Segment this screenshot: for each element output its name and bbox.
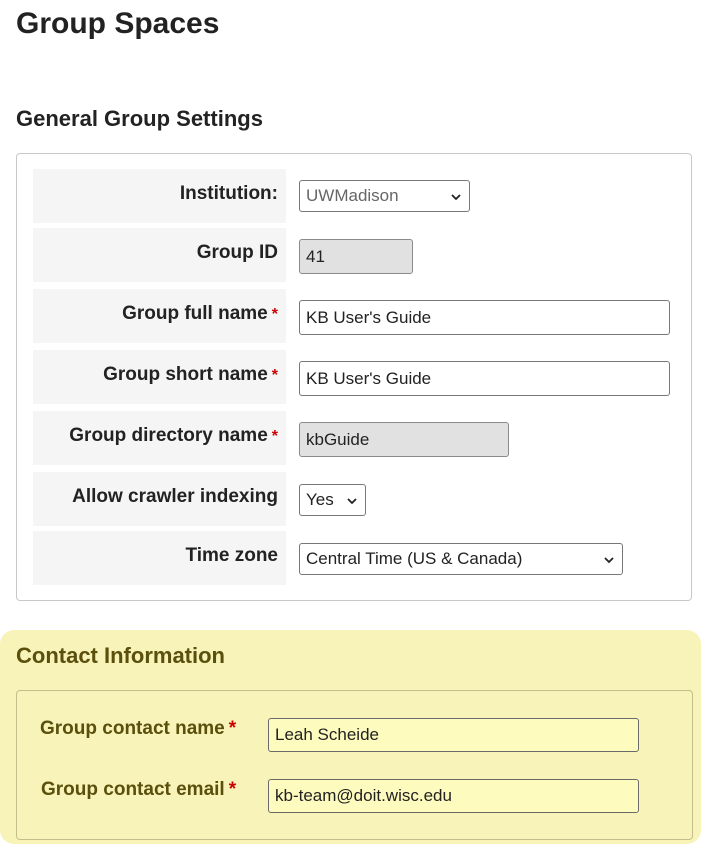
time-zone-label: Time zone bbox=[185, 545, 278, 566]
time-zone-select[interactable]: Central Time (US & Canada) bbox=[299, 543, 623, 575]
crawler-label: Allow crawler indexing bbox=[72, 486, 278, 507]
crawler-row: Allow crawler indexing Yes bbox=[33, 472, 691, 526]
short-name-input[interactable]: KB User's Guide bbox=[299, 361, 670, 396]
short-name-value: KB User's Guide bbox=[306, 369, 432, 388]
contact-name-input[interactable]: Leah Scheide bbox=[268, 718, 639, 752]
contact-fields-box: Group contact name * Leah Scheide Group c… bbox=[16, 690, 693, 840]
group-id-row: Group ID 41 bbox=[33, 228, 691, 282]
required-marker: * bbox=[228, 779, 237, 800]
required-marker: * bbox=[228, 718, 237, 739]
time-zone-value: Central Time (US & Canada) bbox=[306, 549, 523, 568]
institution-value: UWMadison bbox=[306, 186, 399, 205]
short-name-row: Group short name * KB User's Guide bbox=[33, 350, 691, 404]
full-name-value: KB User's Guide bbox=[306, 308, 432, 327]
short-name-label: Group short name bbox=[103, 364, 268, 385]
page-title: Group Spaces bbox=[16, 7, 220, 40]
contact-email-label: Group contact email * bbox=[41, 779, 237, 800]
group-id-field: 41 bbox=[299, 239, 413, 274]
directory-name-field: kbGuide bbox=[299, 422, 509, 457]
full-name-input[interactable]: KB User's Guide bbox=[299, 300, 670, 335]
time-zone-row: Time zone Central Time (US & Canada) bbox=[33, 531, 691, 585]
contact-name-value: Leah Scheide bbox=[275, 725, 379, 744]
institution-row: Institution: UWMadison bbox=[33, 169, 691, 223]
group-id-value: 41 bbox=[306, 247, 325, 266]
chevron-down-icon bbox=[451, 194, 461, 201]
contact-email-value: kb-team@doit.wisc.edu bbox=[275, 786, 452, 805]
chevron-down-icon bbox=[604, 557, 614, 564]
contact-name-label: Group contact name * bbox=[40, 718, 237, 739]
institution-label: Institution: bbox=[179, 183, 278, 204]
full-name-row: Group full name * KB User's Guide bbox=[33, 289, 691, 343]
crawler-value: Yes bbox=[306, 490, 334, 509]
general-settings-heading: General Group Settings bbox=[16, 106, 263, 131]
crawler-select[interactable]: Yes bbox=[299, 484, 366, 516]
required-marker: * bbox=[271, 367, 278, 384]
required-marker: * bbox=[271, 428, 278, 445]
group-id-label: Group ID bbox=[196, 242, 278, 263]
general-settings-panel: Institution: UWMadison Group ID 41 Group… bbox=[16, 153, 692, 601]
directory-name-value: kbGuide bbox=[306, 430, 370, 449]
full-name-label: Group full name bbox=[122, 303, 268, 324]
directory-name-row: Group directory name * kbGuide bbox=[33, 411, 691, 465]
contact-information-heading: Contact Information bbox=[16, 643, 225, 668]
contact-email-input[interactable]: kb-team@doit.wisc.edu bbox=[268, 779, 639, 813]
required-marker: * bbox=[271, 306, 278, 323]
chevron-down-icon bbox=[347, 498, 357, 505]
directory-name-label: Group directory name bbox=[69, 425, 268, 446]
institution-select[interactable]: UWMadison bbox=[299, 180, 470, 212]
contact-information-panel: Contact Information Group contact name * … bbox=[0, 630, 701, 844]
